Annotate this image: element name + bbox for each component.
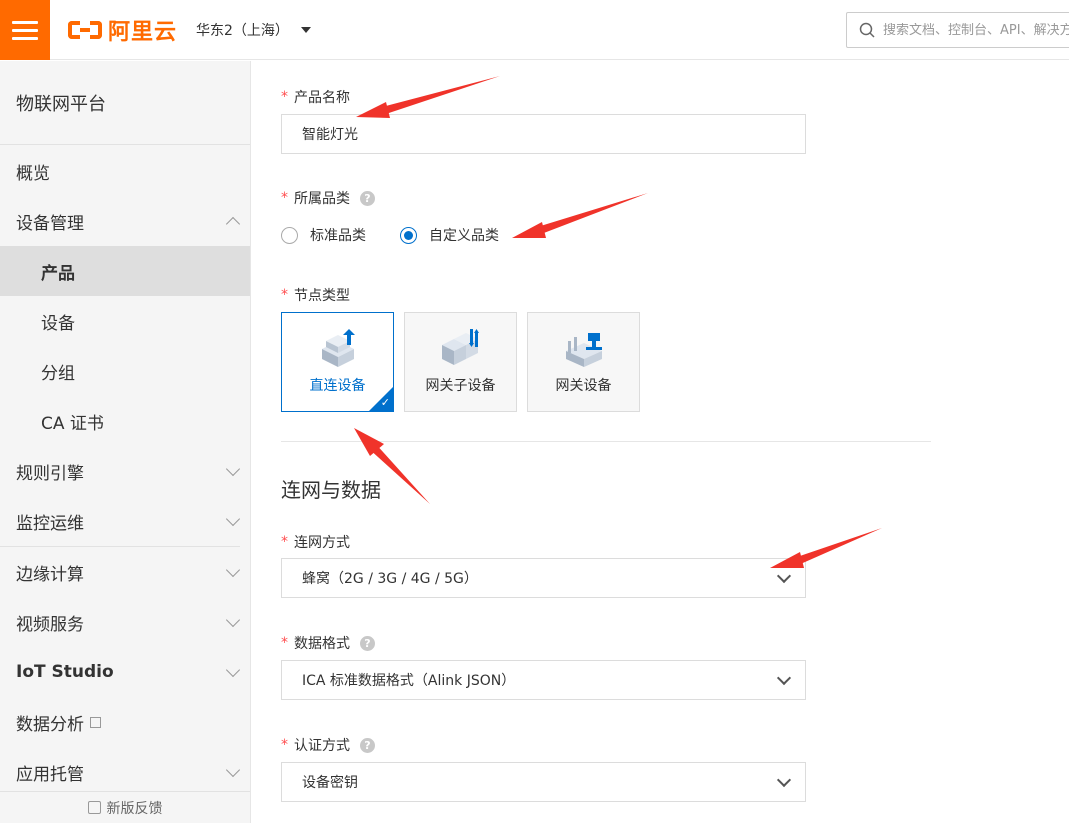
- help-icon[interactable]: ?: [360, 737, 375, 753]
- auth-method-label: * 认证方式 ?: [281, 735, 375, 755]
- node-type-options: 直连设备 ✓ 网关子设备 网关设备: [281, 312, 640, 412]
- data-format-select[interactable]: ICA 标准数据格式（Alink JSON）: [281, 660, 806, 700]
- brand-name: 阿里云: [108, 20, 178, 45]
- node-option-direct-device[interactable]: 直连设备 ✓: [281, 312, 394, 412]
- sidebar-item-product[interactable]: 产品: [0, 246, 250, 296]
- radio-standard-category[interactable]: 标准品类: [281, 225, 366, 245]
- gateway-subdevice-icon: [441, 329, 479, 365]
- sidebar-item-device[interactable]: 设备: [0, 296, 250, 346]
- region-label: 华东2（上海）: [196, 23, 289, 39]
- sidebar-item-ca-cert[interactable]: CA 证书: [0, 396, 250, 446]
- aliyun-logo[interactable]: 阿里云: [68, 16, 178, 45]
- node-option-gateway-device[interactable]: 网关设备: [527, 312, 640, 412]
- sidebar-item-edge-computing[interactable]: 边缘计算: [0, 547, 250, 597]
- product-form: * 产品名称 智能灯光 * 所属品类 ? 标准品类 自定义品类 * 节点类型 直…: [251, 61, 1069, 823]
- chevron-down-icon: [225, 461, 241, 476]
- external-link-icon: [90, 716, 101, 728]
- menu-icon[interactable]: [0, 0, 50, 60]
- product-name-label: * 产品名称: [281, 89, 350, 106]
- network-method-select[interactable]: 蜂窝（2G / 3G / 4G / 5G）: [281, 558, 806, 598]
- search-input[interactable]: [883, 22, 1069, 38]
- top-bar: 阿里云 华东2（上海）: [0, 0, 1069, 60]
- product-name-input[interactable]: 智能灯光: [281, 114, 806, 154]
- search-icon: [859, 22, 875, 38]
- section-title-network-data: 连网与数据: [281, 478, 381, 502]
- node-option-gateway-subdevice[interactable]: 网关子设备: [404, 312, 517, 412]
- sidebar-item-data-analytics[interactable]: 数据分析: [0, 697, 250, 747]
- radio-custom-category[interactable]: 自定义品类: [400, 225, 499, 245]
- radio-circle: [281, 226, 298, 244]
- chevron-down-icon: [225, 762, 241, 777]
- category-radio-group: 标准品类 自定义品类: [281, 225, 533, 245]
- auth-method-select[interactable]: 设备密钥: [281, 762, 806, 802]
- chevron-down-icon: [225, 612, 241, 627]
- feedback-button[interactable]: 新版反馈: [0, 791, 250, 823]
- chevron-down-icon: [225, 511, 241, 526]
- aliyun-logo-mark-icon: [68, 18, 106, 42]
- sidebar-item-rules-engine[interactable]: 规则引擎: [0, 446, 250, 496]
- node-type-label: * 节点类型: [281, 287, 350, 304]
- chevron-down-icon: [225, 562, 241, 577]
- region-selector[interactable]: 华东2（上海）: [196, 20, 311, 40]
- section-divider: [281, 441, 931, 442]
- category-label: * 所属品类 ?: [281, 188, 375, 208]
- help-icon[interactable]: ?: [360, 190, 375, 206]
- global-search[interactable]: [846, 12, 1069, 48]
- gateway-device-icon: [565, 333, 602, 367]
- sidebar-item-iot-studio[interactable]: IoT Studio: [0, 647, 250, 697]
- chevron-down-icon: [776, 772, 792, 787]
- chevron-down-icon: [776, 670, 792, 685]
- chevron-down-icon: [776, 568, 792, 583]
- sidebar-item-video-service[interactable]: 视频服务: [0, 597, 250, 647]
- help-icon[interactable]: ?: [360, 635, 375, 651]
- feedback-icon: [87, 801, 101, 814]
- sidebar-item-group[interactable]: 分组: [0, 346, 250, 396]
- sidebar-item-overview[interactable]: 概览: [0, 146, 250, 196]
- sidebar-title: 物联网平台: [0, 61, 250, 145]
- caret-down-icon: [300, 27, 311, 33]
- chevron-up-icon: [225, 216, 241, 231]
- data-format-label: * 数据格式 ?: [281, 633, 375, 653]
- radio-circle-checked: [400, 226, 417, 244]
- sidebar: 物联网平台 概览 设备管理 产品 设备 分组 CA 证书 规则引擎 监控运维 边…: [0, 61, 251, 823]
- check-icon: ✓: [380, 396, 390, 409]
- chevron-down-icon: [225, 662, 241, 677]
- sidebar-item-monitoring[interactable]: 监控运维: [0, 496, 250, 546]
- direct-device-icon: [321, 329, 355, 367]
- sidebar-item-app-hosting[interactable]: 应用托管: [0, 747, 250, 797]
- network-method-label: * 连网方式: [281, 534, 350, 551]
- sidebar-item-device-management[interactable]: 设备管理: [0, 196, 250, 246]
